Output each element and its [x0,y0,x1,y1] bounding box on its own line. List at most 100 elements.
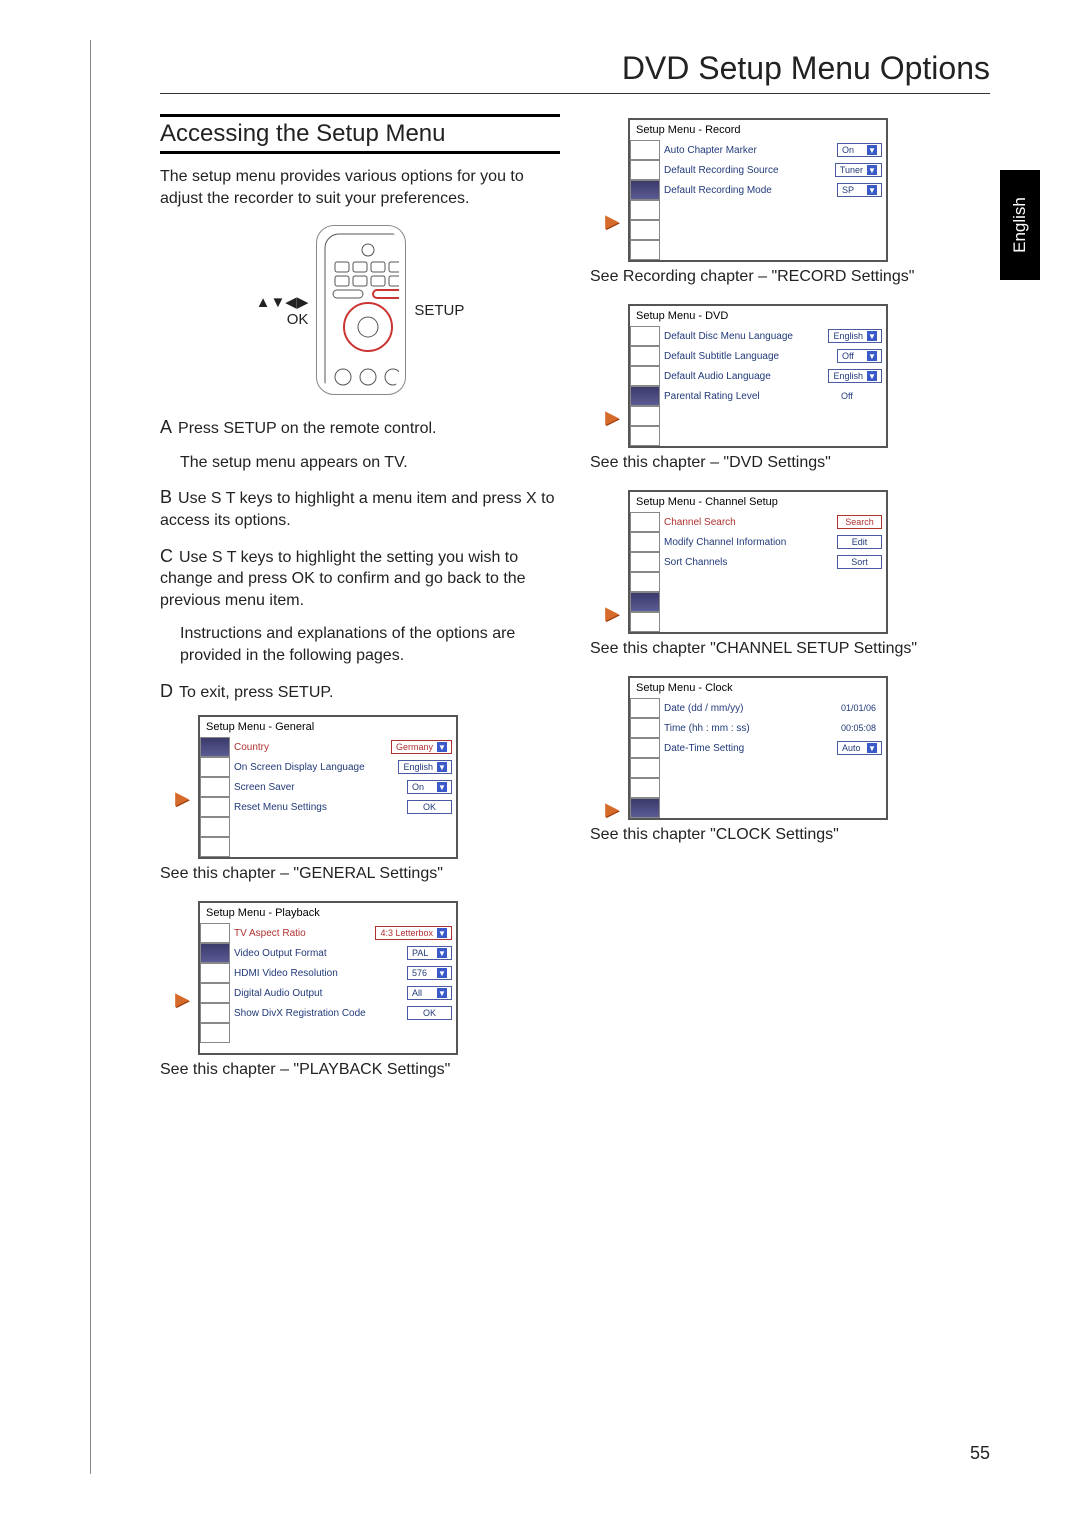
menu-tab[interactable] [200,817,230,837]
menu-row-value[interactable]: OK [407,1006,452,1020]
menu-row[interactable]: Default Audio LanguageEnglish▼ [660,366,886,386]
menu-row-value[interactable]: Off▼ [837,349,882,363]
dropdown-icon[interactable]: ▼ [437,782,447,792]
menu-row[interactable]: Auto Chapter MarkerOn▼ [660,140,886,160]
menu-row-value[interactable]: 4:3 Letterbox▼ [375,926,452,940]
menu-tab[interactable] [200,757,230,777]
menu-row-value[interactable]: On▼ [837,143,882,157]
menu-tab[interactable] [200,777,230,797]
menu-row-value[interactable]: Tuner▼ [835,163,882,177]
menu-row[interactable]: Video Output FormatPAL▼ [230,943,456,963]
menu-tab[interactable] [200,1003,230,1023]
menu-row-value[interactable]: 00:05:08 [837,721,882,735]
dropdown-icon[interactable]: ▼ [867,331,877,341]
menu-tab[interactable] [630,718,660,738]
menu-row-label: Parental Rating Level [664,391,833,402]
dropdown-icon[interactable]: ▼ [437,928,447,938]
menu-tab[interactable] [630,180,660,200]
menu-row[interactable]: CountryGermany▼ [230,737,456,757]
dropdown-icon[interactable]: ▼ [437,742,447,752]
menu-tab[interactable] [200,963,230,983]
menu-row[interactable]: Show DivX Registration CodeOK [230,1003,456,1023]
menu-row-value[interactable]: SP▼ [837,183,882,197]
menu-row-value[interactable]: Search [837,515,882,529]
menu-tab[interactable] [200,943,230,963]
dropdown-icon[interactable]: ▼ [867,145,877,155]
menu-row[interactable]: Modify Channel InformationEdit [660,532,886,552]
menu-row-value[interactable]: Germany▼ [391,740,452,754]
menu-row-value[interactable]: English▼ [828,329,882,343]
dropdown-icon[interactable]: ▼ [867,165,877,175]
menu-tab[interactable] [630,160,660,180]
dropdown-icon[interactable]: ▼ [867,351,877,361]
menu-row[interactable]: Default Recording ModeSP▼ [660,180,886,200]
menu-tab[interactable] [200,1023,230,1043]
menu-row[interactable]: Reset Menu SettingsOK [230,797,456,817]
menu-tab[interactable] [630,778,660,798]
menu-row[interactable]: Screen SaverOn▼ [230,777,456,797]
menu-tab[interactable] [630,698,660,718]
menu-tab[interactable] [630,220,660,240]
menu-tab[interactable] [630,406,660,426]
menu-tab[interactable] [630,346,660,366]
menu-tab[interactable] [630,758,660,778]
menu-row-value[interactable]: 01/01/06 [837,701,882,715]
menu-row-value[interactable]: On▼ [407,780,452,794]
dropdown-icon[interactable]: ▼ [867,185,877,195]
menu-tab[interactable] [630,140,660,160]
menu-tab[interactable] [630,512,660,532]
menu-tab[interactable] [630,240,660,260]
menu-row-value[interactable]: Off [837,389,882,403]
menu-row-value[interactable]: All▼ [407,986,452,1000]
menu-row[interactable]: HDMI Video Resolution 576▼ [230,963,456,983]
menu-row[interactable]: Default Recording SourceTuner▼ [660,160,886,180]
menu-tab[interactable] [200,797,230,817]
menu-tab[interactable] [630,552,660,572]
menu-row-value[interactable]: English▼ [828,369,882,383]
menu-row-value[interactable]: Edit [837,535,882,549]
menu-tab[interactable] [630,200,660,220]
dropdown-icon[interactable]: ▼ [867,743,877,753]
dropdown-icon[interactable]: ▼ [437,762,447,772]
menu-tab[interactable] [200,737,230,757]
menu-row[interactable]: Time (hh : mm : ss)00:05:08 [660,718,886,738]
menu-tab[interactable] [200,983,230,1003]
menu-tab[interactable] [630,738,660,758]
menu-row[interactable]: Digital Audio OutputAll▼ [230,983,456,1003]
menu-tab[interactable] [630,798,660,818]
menu-tab[interactable] [630,426,660,446]
menu-row[interactable]: Parental Rating Level Off [660,386,886,406]
menu-tab[interactable] [630,532,660,552]
dropdown-icon[interactable]: ▼ [867,371,877,381]
dropdown-icon[interactable]: ▼ [437,988,447,998]
menu-row[interactable]: TV Aspect Ratio4:3 Letterbox▼ [230,923,456,943]
menu-row-value[interactable]: English▼ [398,760,452,774]
menu-row-value[interactable]: Sort [837,555,882,569]
menu-row[interactable]: On Screen Display LanguageEnglish▼ [230,757,456,777]
menu-row[interactable]: Default Subtitle LanguageOff▼ [660,346,886,366]
menu-row[interactable]: Default Disc Menu LanguageEnglish▼ [660,326,886,346]
step-b: Use S T keys to highlight a menu item an… [160,490,555,529]
menu-row-value[interactable]: 576▼ [407,966,452,980]
menu-row[interactable]: Date (dd / mm/yy)01/01/06 [660,698,886,718]
menu-tab[interactable] [630,326,660,346]
menu-row-value[interactable]: Auto▼ [837,741,882,755]
dropdown-icon[interactable]: ▼ [437,948,447,958]
menu-tab[interactable] [630,386,660,406]
menu-row-value[interactable]: PAL▼ [407,946,452,960]
menu-row[interactable]: Date-Time SettingAuto▼ [660,738,886,758]
menu-row-value[interactable]: OK [407,800,452,814]
menu-tab[interactable] [630,612,660,632]
dropdown-icon[interactable]: ▼ [437,968,447,978]
menu-title: Setup Menu - Clock [630,678,886,698]
menu-tab[interactable] [630,366,660,386]
menu-row[interactable]: Sort ChannelsSort [660,552,886,572]
menu-row-label: HDMI Video Resolution [234,968,403,979]
step-c-sub: Instructions and explanations of the opt… [180,623,560,666]
step-a: Press SETUP on the remote control. [178,420,436,437]
menu-tab[interactable] [630,572,660,592]
menu-tab[interactable] [200,923,230,943]
menu-tab[interactable] [200,837,230,857]
menu-tab[interactable] [630,592,660,612]
menu-row[interactable]: Channel SearchSearch [660,512,886,532]
